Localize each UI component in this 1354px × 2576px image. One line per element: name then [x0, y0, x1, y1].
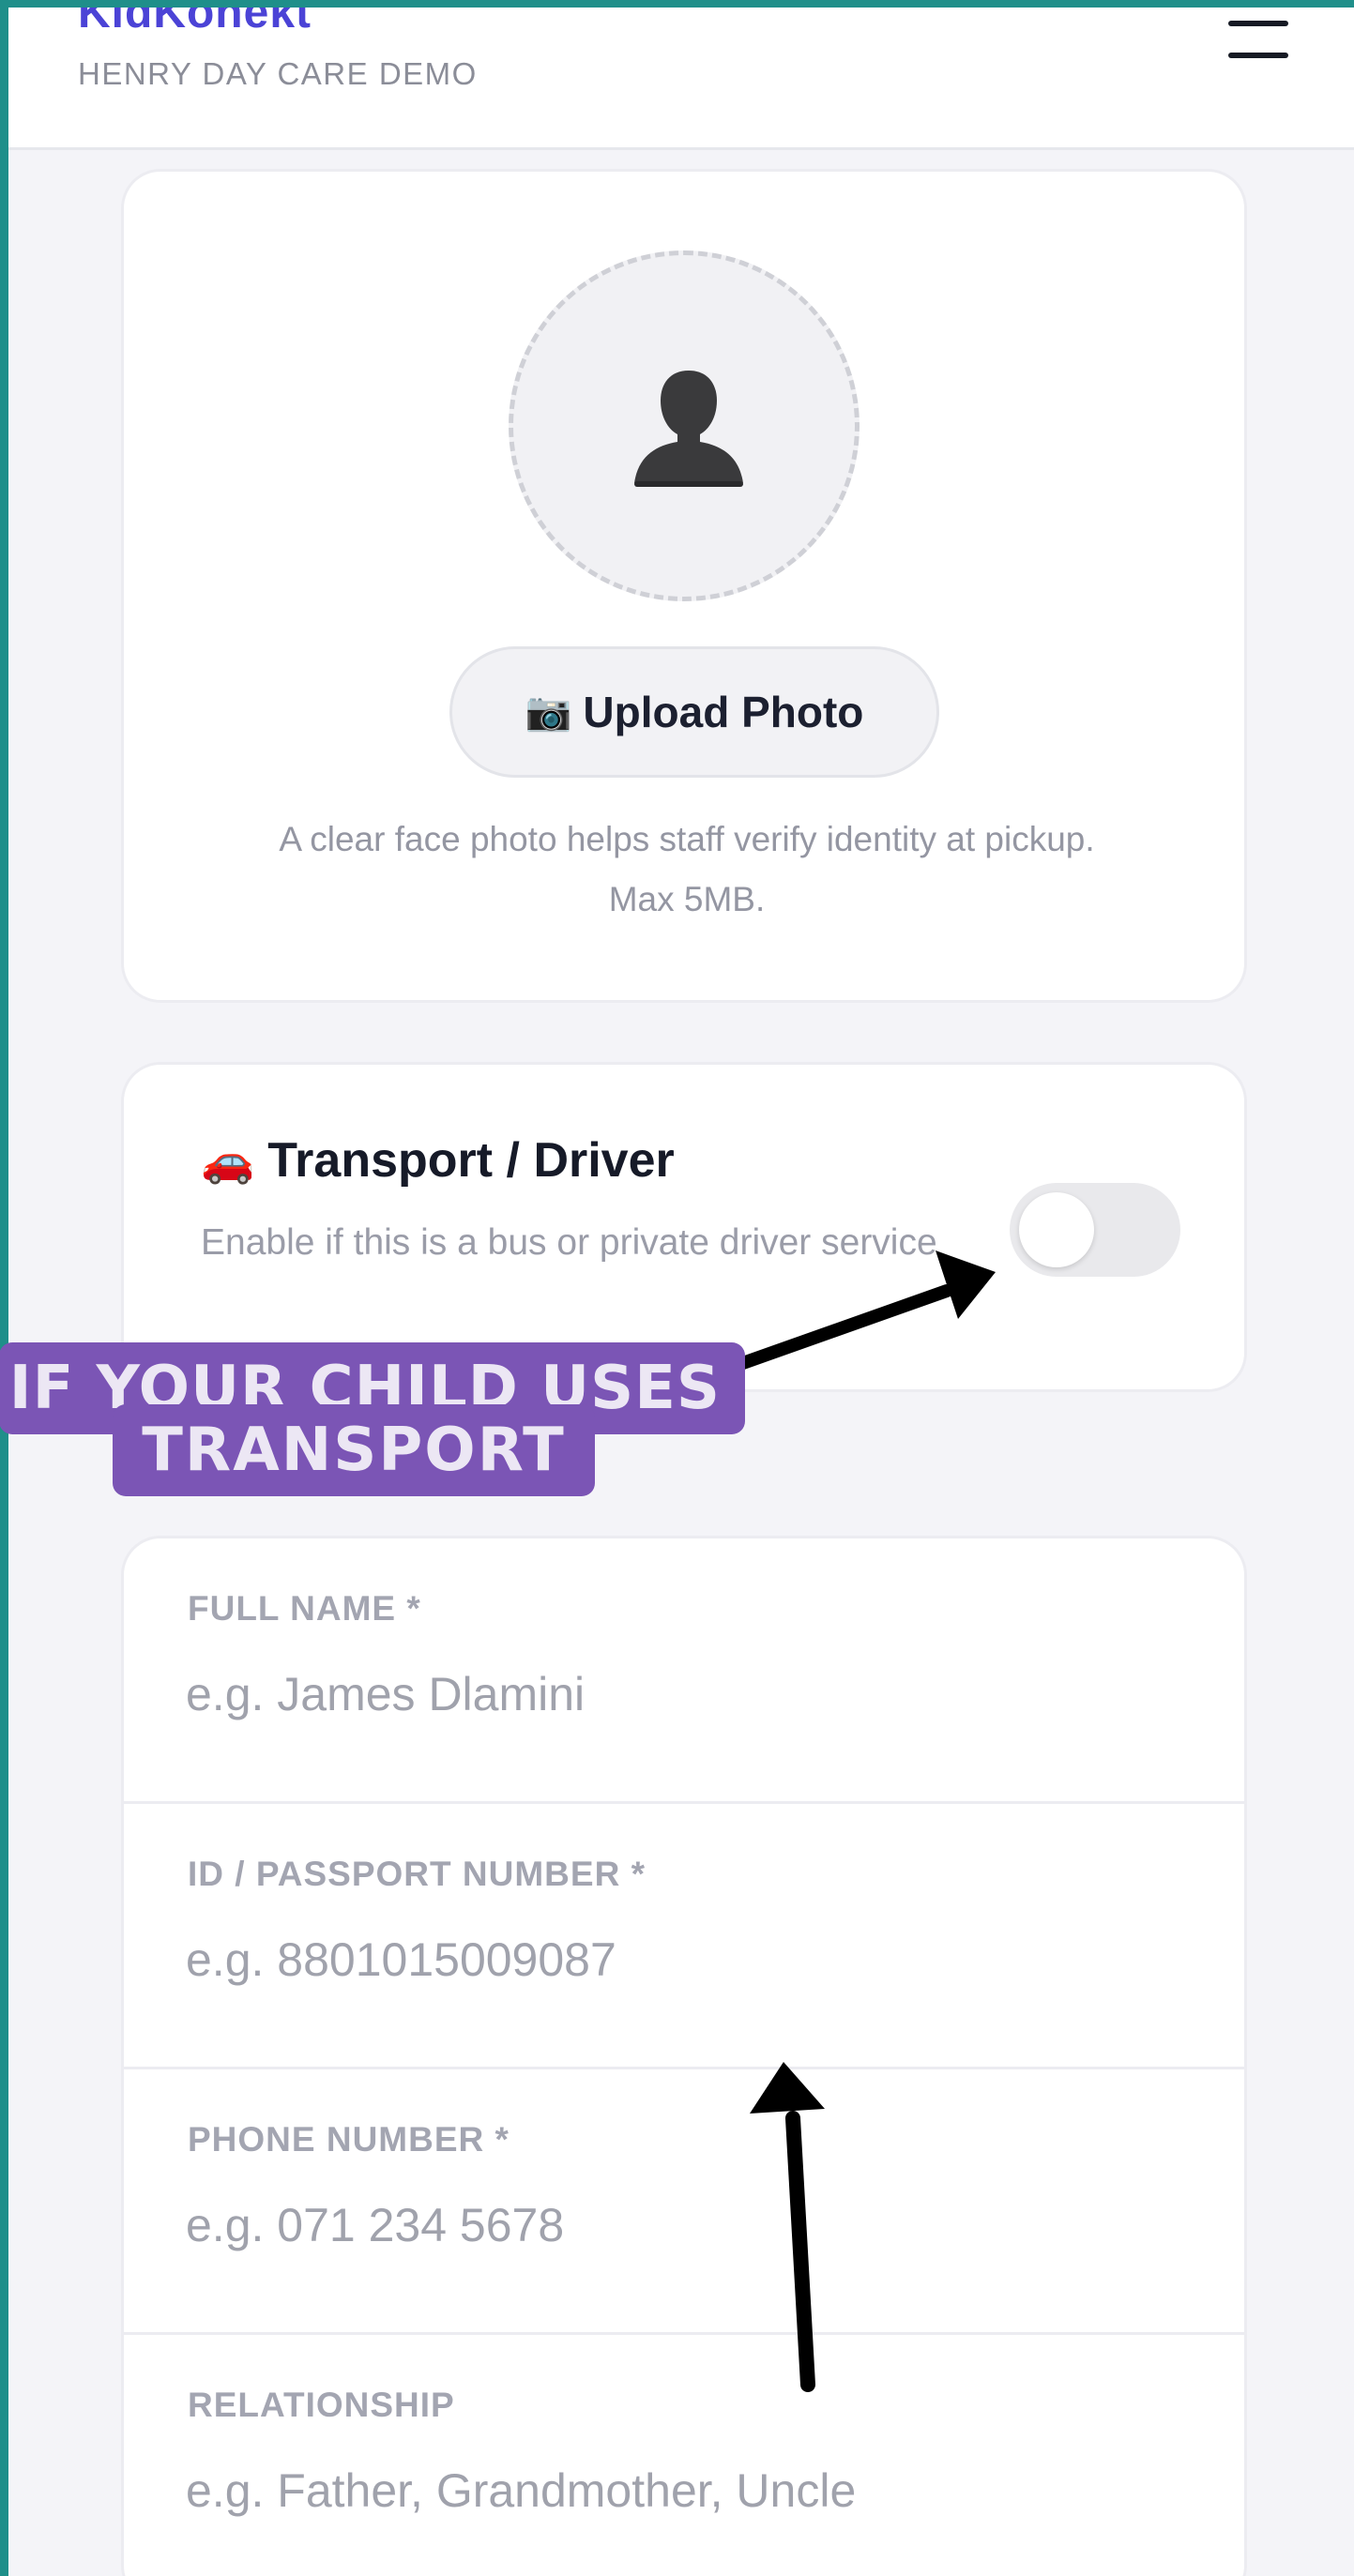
- photo-help-line-2: Max 5MB.: [608, 880, 766, 918]
- school-name: HENRY DAY CARE DEMO: [78, 56, 478, 91]
- transport-toggle[interactable]: [1010, 1183, 1180, 1277]
- brand-logo[interactable]: KidKonekt: [78, 8, 312, 38]
- phone-number-field: PHONE NUMBER *: [124, 2069, 1244, 2335]
- transport-title: 🚗 Transport / Driver: [201, 1132, 675, 1189]
- hamburger-menu-icon[interactable]: [1228, 21, 1288, 62]
- annotation-banner-line-2: TRANSPORT: [113, 1404, 595, 1496]
- id-number-field: ID / PASSPORT NUMBER *: [124, 1804, 1244, 2069]
- photo-help-text: A clear face photo helps staff verify id…: [180, 810, 1194, 930]
- relationship-field: RELATIONSHIP: [124, 2335, 1244, 2576]
- photo-card: 📷 Upload Photo A clear face photo helps …: [121, 169, 1247, 1003]
- full-name-field: FULL NAME *: [124, 1538, 1244, 1804]
- id-number-input[interactable]: [186, 1922, 1180, 1997]
- relationship-input[interactable]: [186, 2453, 1180, 2528]
- transport-title-label: Transport / Driver: [267, 1133, 675, 1188]
- relationship-label: RELATIONSHIP: [188, 2386, 455, 2424]
- transport-description: Enable if this is a bus or private drive…: [201, 1222, 937, 1263]
- phone-number-label: PHONE NUMBER *: [188, 2120, 510, 2159]
- full-name-input[interactable]: [186, 1657, 1180, 1732]
- person-silhouette-icon: [634, 371, 743, 487]
- full-name-label: FULL NAME *: [188, 1589, 421, 1628]
- photo-avatar[interactable]: [509, 250, 860, 601]
- driver-form-card: FULL NAME * ID / PASSPORT NUMBER * PHONE…: [121, 1536, 1247, 2576]
- phone-number-input[interactable]: [186, 2188, 1180, 2263]
- toggle-knob: [1019, 1192, 1094, 1267]
- app-header: KidKonekt HENRY DAY CARE DEMO: [8, 8, 1354, 150]
- car-icon: 🚗: [201, 1135, 255, 1185]
- photo-help-line-1: A clear face photo helps staff verify id…: [279, 820, 1095, 858]
- upload-photo-label: Upload Photo: [583, 688, 864, 736]
- camera-icon: 📷: [525, 691, 572, 733]
- id-number-label: ID / PASSPORT NUMBER *: [188, 1855, 646, 1893]
- upload-photo-button[interactable]: 📷 Upload Photo: [449, 646, 939, 778]
